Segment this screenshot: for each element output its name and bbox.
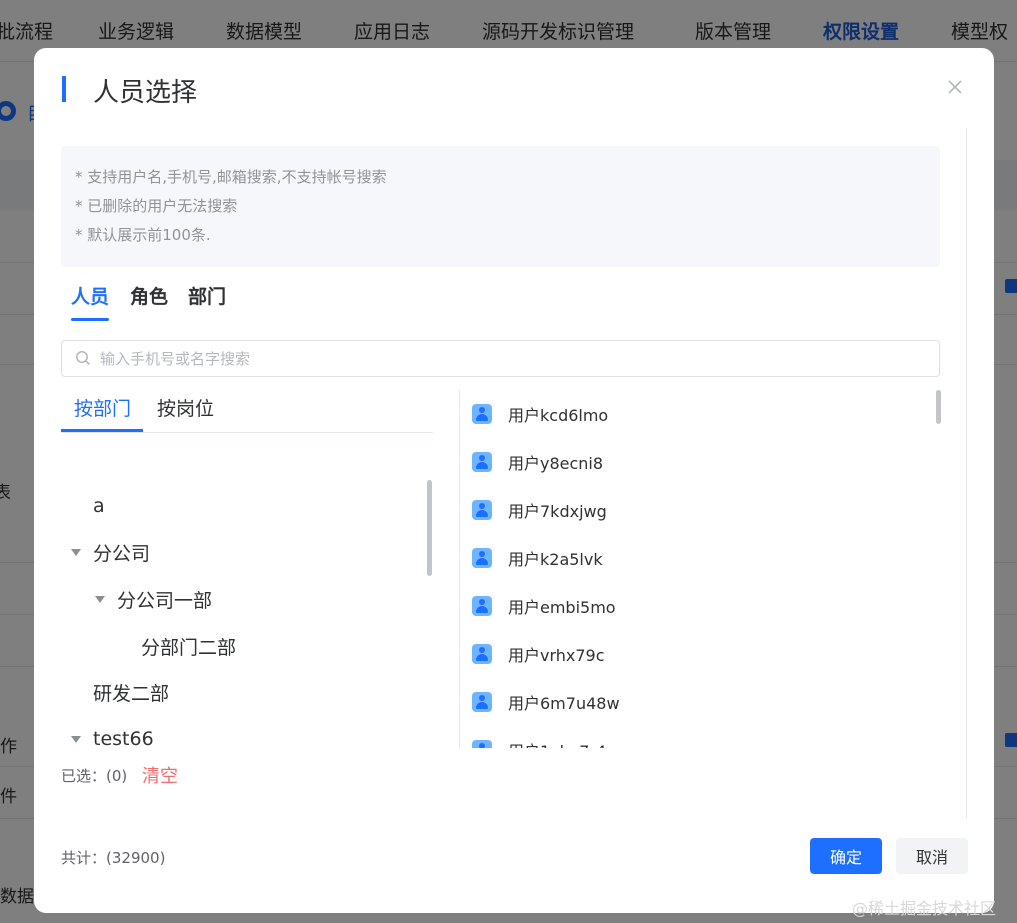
tree-node[interactable]: a: [93, 486, 105, 526]
tab-departments[interactable]: 部门: [188, 282, 226, 309]
user-list-scrollbar[interactable]: [936, 390, 941, 748]
tree-node[interactable]: 分公司: [71, 532, 150, 572]
tree-node[interactable]: 分部门二部: [141, 626, 236, 666]
clear-button[interactable]: 清空: [142, 762, 178, 788]
user-select-dialog: 人员选择 * 支持用户名,手机号,邮箱搜索,不支持帐号搜索 * 已删除的用户无法…: [34, 48, 994, 913]
user-name: 用户6m7u48w: [508, 694, 620, 713]
list-item[interactable]: 用户1ybx7r4: [472, 730, 606, 748]
tip-line: * 默认展示前100条.: [75, 226, 211, 244]
close-icon[interactable]: [946, 79, 964, 97]
tip-line: * 支持用户名,手机号,邮箱搜索,不支持帐号搜索: [75, 168, 387, 186]
user-list: 用户kcd6lmo 用户y8ecni8 用户7kdxjwg 用户k2a5lvk …: [472, 390, 942, 748]
subtab-by-position[interactable]: 按岗位: [157, 394, 214, 421]
caret-down-icon[interactable]: [71, 735, 81, 743]
title-accent-bar: [62, 76, 66, 102]
user-icon: [472, 740, 492, 748]
user-name: 用户embi5mo: [508, 598, 616, 617]
user-list-scrollbar-thumb[interactable]: [936, 390, 941, 424]
tree-scrollbar[interactable]: [427, 434, 432, 748]
tree-node-label: 分部门二部: [141, 636, 237, 659]
dialog-title: 人员选择: [93, 78, 198, 108]
caret-down-icon[interactable]: [71, 548, 81, 556]
list-item[interactable]: 用户embi5mo: [472, 586, 616, 626]
user-name: 用户kcd6lmo: [508, 406, 609, 425]
list-item[interactable]: 用户k2a5lvk: [472, 538, 603, 578]
watermark: @稀土掘金技术社区: [852, 899, 997, 918]
tree-node-label: 研发二部: [93, 682, 170, 705]
search-input[interactable]: [100, 347, 920, 371]
user-icon: [472, 500, 492, 520]
list-item[interactable]: 用户6m7u48w: [472, 682, 620, 722]
tab-roles[interactable]: 角色: [130, 282, 168, 309]
department-tree: a 分公司 分公司一部 分部门二部 研发二部 test66 test9: [61, 434, 433, 748]
confirm-button[interactable]: 确定: [810, 838, 882, 874]
user-icon: [472, 644, 492, 664]
total-count: 共计：(32900): [61, 849, 166, 867]
user-icon: [472, 404, 492, 424]
list-item[interactable]: 用户y8ecni8: [472, 442, 603, 482]
user-icon: [472, 692, 492, 712]
tab-people[interactable]: 人员: [71, 282, 109, 309]
tree-node-label: 分公司一部: [117, 589, 213, 612]
subtab-active-indicator: [61, 429, 143, 432]
user-name: 用户y8ecni8: [508, 454, 604, 473]
tree-node[interactable]: 分公司一部: [95, 579, 212, 619]
panel-divider: [459, 390, 460, 748]
user-name: 用户k2a5lvk: [508, 550, 603, 569]
selected-count: 已选：(0): [61, 767, 128, 785]
tips-box: * 支持用户名,手机号,邮箱搜索,不支持帐号搜索 * 已删除的用户无法搜索 * …: [61, 146, 940, 267]
search-icon: [76, 351, 91, 366]
tree-node-label: test66: [93, 728, 154, 748]
caret-down-icon[interactable]: [95, 595, 105, 603]
cancel-button[interactable]: 取消: [896, 838, 968, 874]
tip-line: * 已删除的用户无法搜索: [75, 197, 238, 215]
list-item[interactable]: 用户kcd6lmo: [472, 394, 608, 434]
tree-scrollbar-thumb[interactable]: [427, 480, 432, 576]
tree-node-label: 分公司: [93, 542, 151, 565]
user-name: 用户vrhx79c: [508, 646, 605, 665]
tab-active-indicator: [71, 318, 109, 321]
scroll-divider: [966, 128, 967, 818]
list-item[interactable]: 用户7kdxjwg: [472, 490, 607, 530]
group-subtabs: 按部门 按岗位: [61, 388, 433, 433]
user-name: 用户7kdxjwg: [508, 502, 607, 521]
close-icon: [948, 80, 962, 94]
user-icon: [472, 548, 492, 568]
search-box: [61, 340, 940, 377]
user-name: 用户1ybx7r4: [508, 738, 606, 748]
tree-node[interactable]: 研发二部: [93, 672, 169, 712]
user-icon: [472, 452, 492, 472]
tree-node[interactable]: test66: [71, 719, 154, 748]
list-item[interactable]: 用户vrhx79c: [472, 634, 605, 674]
user-icon: [472, 596, 492, 616]
subtab-by-department[interactable]: 按部门: [74, 394, 131, 421]
tree-node-label: a: [93, 495, 105, 517]
